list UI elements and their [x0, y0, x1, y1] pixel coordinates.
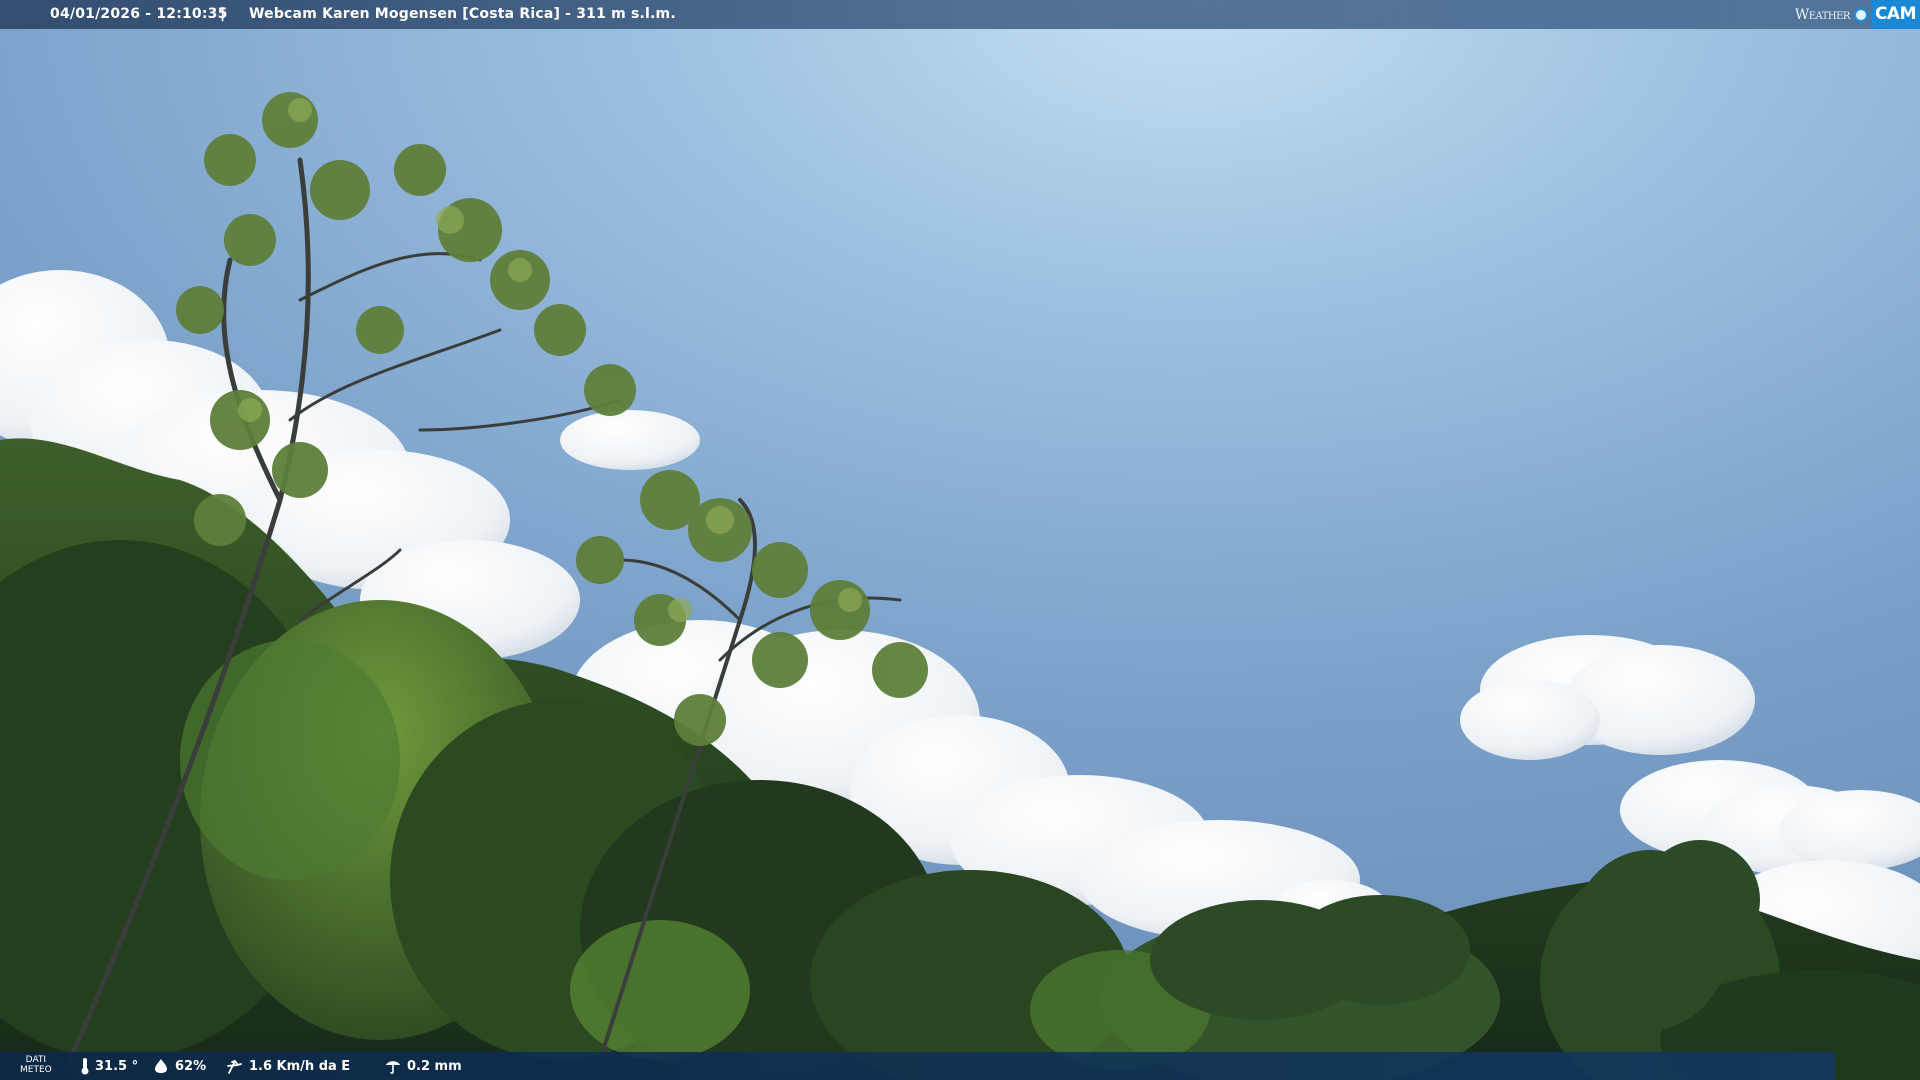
rain-value: 0.2 mm	[407, 1058, 462, 1074]
humidity-icon	[155, 1059, 167, 1073]
rain-icon	[386, 1061, 400, 1074]
webcam-image	[0, 0, 1920, 1080]
logo-word-cam: CAM	[1870, 0, 1920, 29]
meteo-data-label: DATI METEO	[20, 1055, 52, 1075]
webcam-view: 04/01/2026 - 12:10:35 | Webcam Karen Mog…	[0, 0, 1920, 1080]
logo-dot-icon	[1853, 7, 1868, 22]
temperature-value: 31.5 °	[95, 1058, 139, 1074]
wind-icon	[227, 1060, 242, 1074]
webcam-title: Webcam Karen Mogensen [Costa Rica] - 311…	[249, 6, 676, 22]
weathercam-logo: Weather CAM	[1795, 0, 1920, 29]
logo-word-weather: Weather	[1794, 6, 1851, 23]
rain-reading: 0.2 mm	[384, 1052, 462, 1080]
humidity-value: 62%	[175, 1058, 207, 1074]
separator: |	[220, 6, 226, 22]
datetime-label: 04/01/2026 - 12:10:35	[50, 6, 228, 22]
temperature-reading: 31.5 °	[80, 1052, 138, 1080]
webcam-header-bar: 04/01/2026 - 12:10:35 | Webcam Karen Mog…	[0, 0, 1920, 29]
humidity-reading: 62%	[152, 1052, 206, 1080]
meteo-label-line2: METEO	[20, 1065, 52, 1075]
meteo-label-line1: DATI	[25, 1055, 47, 1065]
thermometer-icon	[81, 1058, 89, 1075]
meteo-data-bar: DATI METEO 31.5 ° 62% 1.6 Km/h da E 0.2 …	[0, 1052, 1835, 1080]
wind-reading: 1.6 Km/h da E	[226, 1052, 350, 1080]
wind-value: 1.6 Km/h da E	[249, 1058, 351, 1074]
